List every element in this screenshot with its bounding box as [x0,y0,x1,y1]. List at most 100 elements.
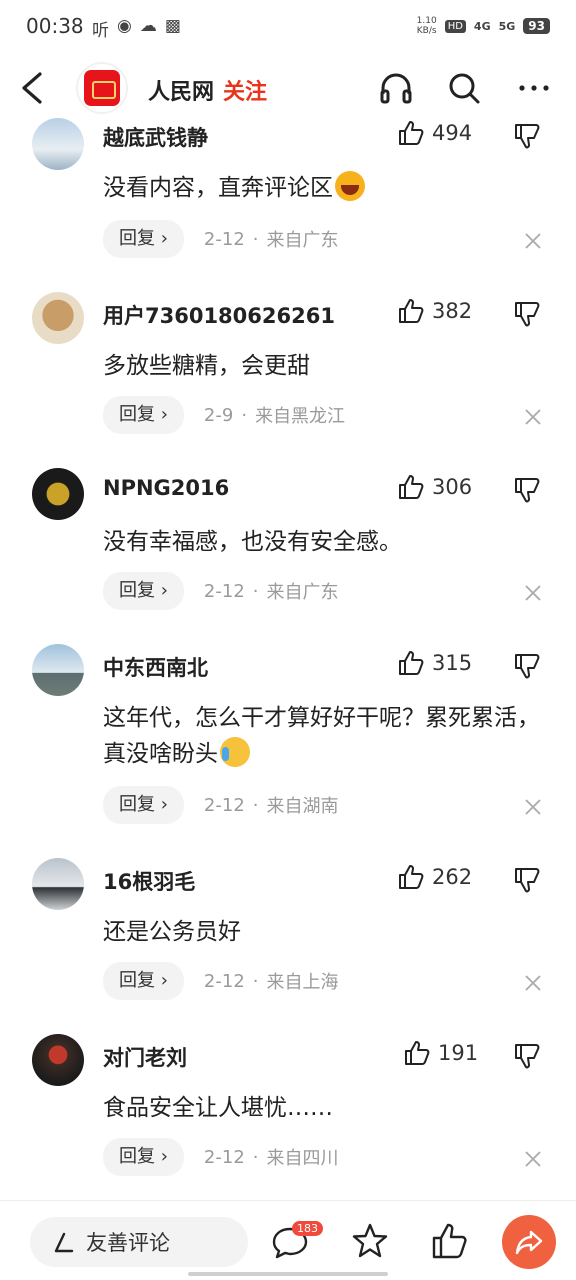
like-button[interactable]: 306 [398,474,472,500]
thumbs-up-icon [399,651,424,675]
status-left-icons: 听 ◉ ☁ ▩ [92,16,181,41]
comment-input[interactable]: 友善评论 [30,1217,248,1267]
reply-button[interactable]: 回复 › [103,962,184,1000]
channel-name[interactable]: 人民网 [148,74,214,106]
avatar[interactable] [32,1034,84,1086]
comment-location: 来自四川 [266,1148,339,1169]
follow-button[interactable]: 关注 [223,74,267,106]
reply-button[interactable]: 回复 › [103,396,184,434]
meta-separator: · [252,970,259,992]
signal-5g: 5G [498,19,516,33]
net-speed: 1.10 KB/s [417,16,437,36]
avatar[interactable] [32,644,84,696]
reply-label: 回复 [119,970,155,991]
chat-bubble-icon: ◉ [117,16,132,36]
close-button[interactable] [524,232,542,250]
comment-text: 这年代，怎么干才算好好干呢？累死累活，真没啥盼头 [103,700,543,772]
avatar[interactable] [32,858,84,910]
comment-location: 来自黑龙江 [255,406,346,427]
comment-author[interactable]: 16根羽毛 [103,866,195,896]
comment-meta: 回复 › 2-12 · 来自湖南 [103,786,339,824]
battery-level: 93 [523,18,550,34]
like-count: 494 [432,121,473,145]
comment-meta: 回复 › 2-12 · 来自四川 [103,1138,339,1176]
avatar[interactable] [32,468,84,520]
close-button[interactable] [524,408,542,426]
listen-button[interactable] [378,70,414,106]
more-button[interactable] [516,70,552,106]
avatar[interactable] [32,118,84,170]
close-icon [525,799,541,815]
dislike-button[interactable] [514,122,542,150]
status-bar: 00:38 听 ◉ ☁ ▩ 1.10 KB/s HD 4G 5G 93 [0,0,576,56]
like-button[interactable]: 382 [398,298,472,324]
hd-badge: HD [444,19,466,33]
thumbs-up-icon [399,475,424,499]
reply-button[interactable]: 回复 › [103,1138,184,1176]
dislike-button[interactable] [514,652,542,680]
search-button[interactable] [446,70,482,106]
cloud-icon: ☁ [139,16,157,36]
comment-location: 来自上海 [266,972,339,993]
laughing-emoji-icon [335,171,365,201]
share-button[interactable] [502,1215,556,1269]
close-icon [525,409,541,425]
crying-emoji-icon [220,737,250,767]
thumbs-up-icon [432,1223,467,1259]
dislike-button[interactable] [514,476,542,504]
comment-text: 食品安全让人堪忧…… [103,1095,333,1121]
like-button[interactable]: 262 [398,864,472,890]
reply-button[interactable]: 回复 › [103,220,184,258]
home-indicator[interactable] [188,1272,388,1276]
meta-separator: · [241,404,248,426]
back-icon [22,72,42,104]
comment-meta: 回复 › 2-12 · 来自广东 [103,572,339,610]
signal-4g: 4G [473,19,491,33]
close-button[interactable] [524,1150,542,1168]
close-button[interactable] [524,798,542,816]
meta-separator: · [252,794,259,816]
comment-author[interactable]: NPNG2016 [103,476,229,500]
reply-button[interactable]: 回复 › [103,786,184,824]
comment-author[interactable]: 越底武钱静 [103,122,208,152]
like-count: 382 [432,299,473,323]
comment-date: 2-12 [203,794,245,816]
reply-label: 回复 [119,404,155,425]
comment-date: 2-9 [203,404,234,426]
avatar[interactable] [32,292,84,344]
more-icon [519,85,549,91]
comment-author[interactable]: 用户7360180626261 [103,300,335,330]
comment-text-content: 没看内容，直奔评论区 [103,175,333,201]
comment-text: 没看内容，直奔评论区 [103,170,553,206]
pen-icon [54,1232,74,1253]
reply-label: 回复 [119,794,155,815]
reply-button[interactable]: 回复 › [103,572,184,610]
comment-location: 来自广东 [266,582,339,603]
comment-meta: 回复 › 2-12 · 来自广东 [103,220,339,258]
close-button[interactable] [524,974,542,992]
dislike-button[interactable] [514,300,542,328]
dislike-button[interactable] [514,1042,542,1070]
favorite-button[interactable] [350,1221,390,1261]
close-button[interactable] [524,584,542,602]
comment-text: 多放些糖精，会更甜 [103,353,310,379]
search-icon [449,73,480,104]
comment-location: 来自广东 [266,230,339,251]
like-button[interactable]: 315 [398,650,472,676]
back-button[interactable] [14,66,54,110]
comment-author[interactable]: 对门老刘 [103,1042,187,1072]
comment-date: 2-12 [203,1146,245,1168]
headphones-icon [380,73,412,104]
comment-author[interactable]: 中东西南北 [103,652,208,682]
like-count: 315 [432,651,473,675]
dislike-button[interactable] [514,866,542,894]
channel-avatar[interactable] [76,62,128,114]
close-icon [525,585,541,601]
reply-label: 回复 [119,580,155,601]
channel-logo-icon [84,70,120,106]
like-button[interactable]: 494 [398,120,472,146]
like-button[interactable]: 191 [404,1040,478,1066]
like-article-button[interactable] [430,1221,470,1261]
share-arrow-icon [515,1230,543,1255]
no-sim-icon: ▩ [164,16,181,36]
